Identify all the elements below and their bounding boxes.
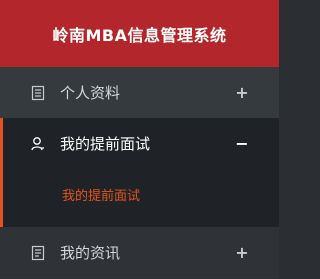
app-title: 岭南MBA信息管理系统 <box>52 25 227 45</box>
expand-icon[interactable]: + <box>235 83 249 102</box>
submenu-item-early-interview[interactable]: 我的提前面试 <box>62 185 140 204</box>
sidebar-menu: 个人资料 + 我的提前面试 − 我的提前面试 我的资讯 + <box>0 67 279 278</box>
news-icon <box>30 245 46 261</box>
expand-icon[interactable]: + <box>235 243 249 262</box>
menu-item-my-news[interactable]: 我的资讯 + <box>0 227 279 278</box>
document-icon <box>30 85 46 101</box>
user-icon <box>30 136 46 152</box>
menu-item-label: 我的资讯 <box>60 244 121 262</box>
menu-item-label: 我的提前面试 <box>60 135 151 153</box>
submenu-early-interview: 我的提前面试 <box>0 169 279 227</box>
active-indicator <box>0 118 3 169</box>
collapse-icon[interactable]: − <box>235 134 249 153</box>
menu-item-personal-info[interactable]: 个人资料 + <box>0 67 279 118</box>
app-header: 岭南MBA信息管理系统 <box>0 0 279 67</box>
menu-item-label: 个人资料 <box>60 84 121 102</box>
active-indicator <box>0 169 3 227</box>
menu-item-early-interview[interactable]: 我的提前面试 − <box>0 118 279 169</box>
